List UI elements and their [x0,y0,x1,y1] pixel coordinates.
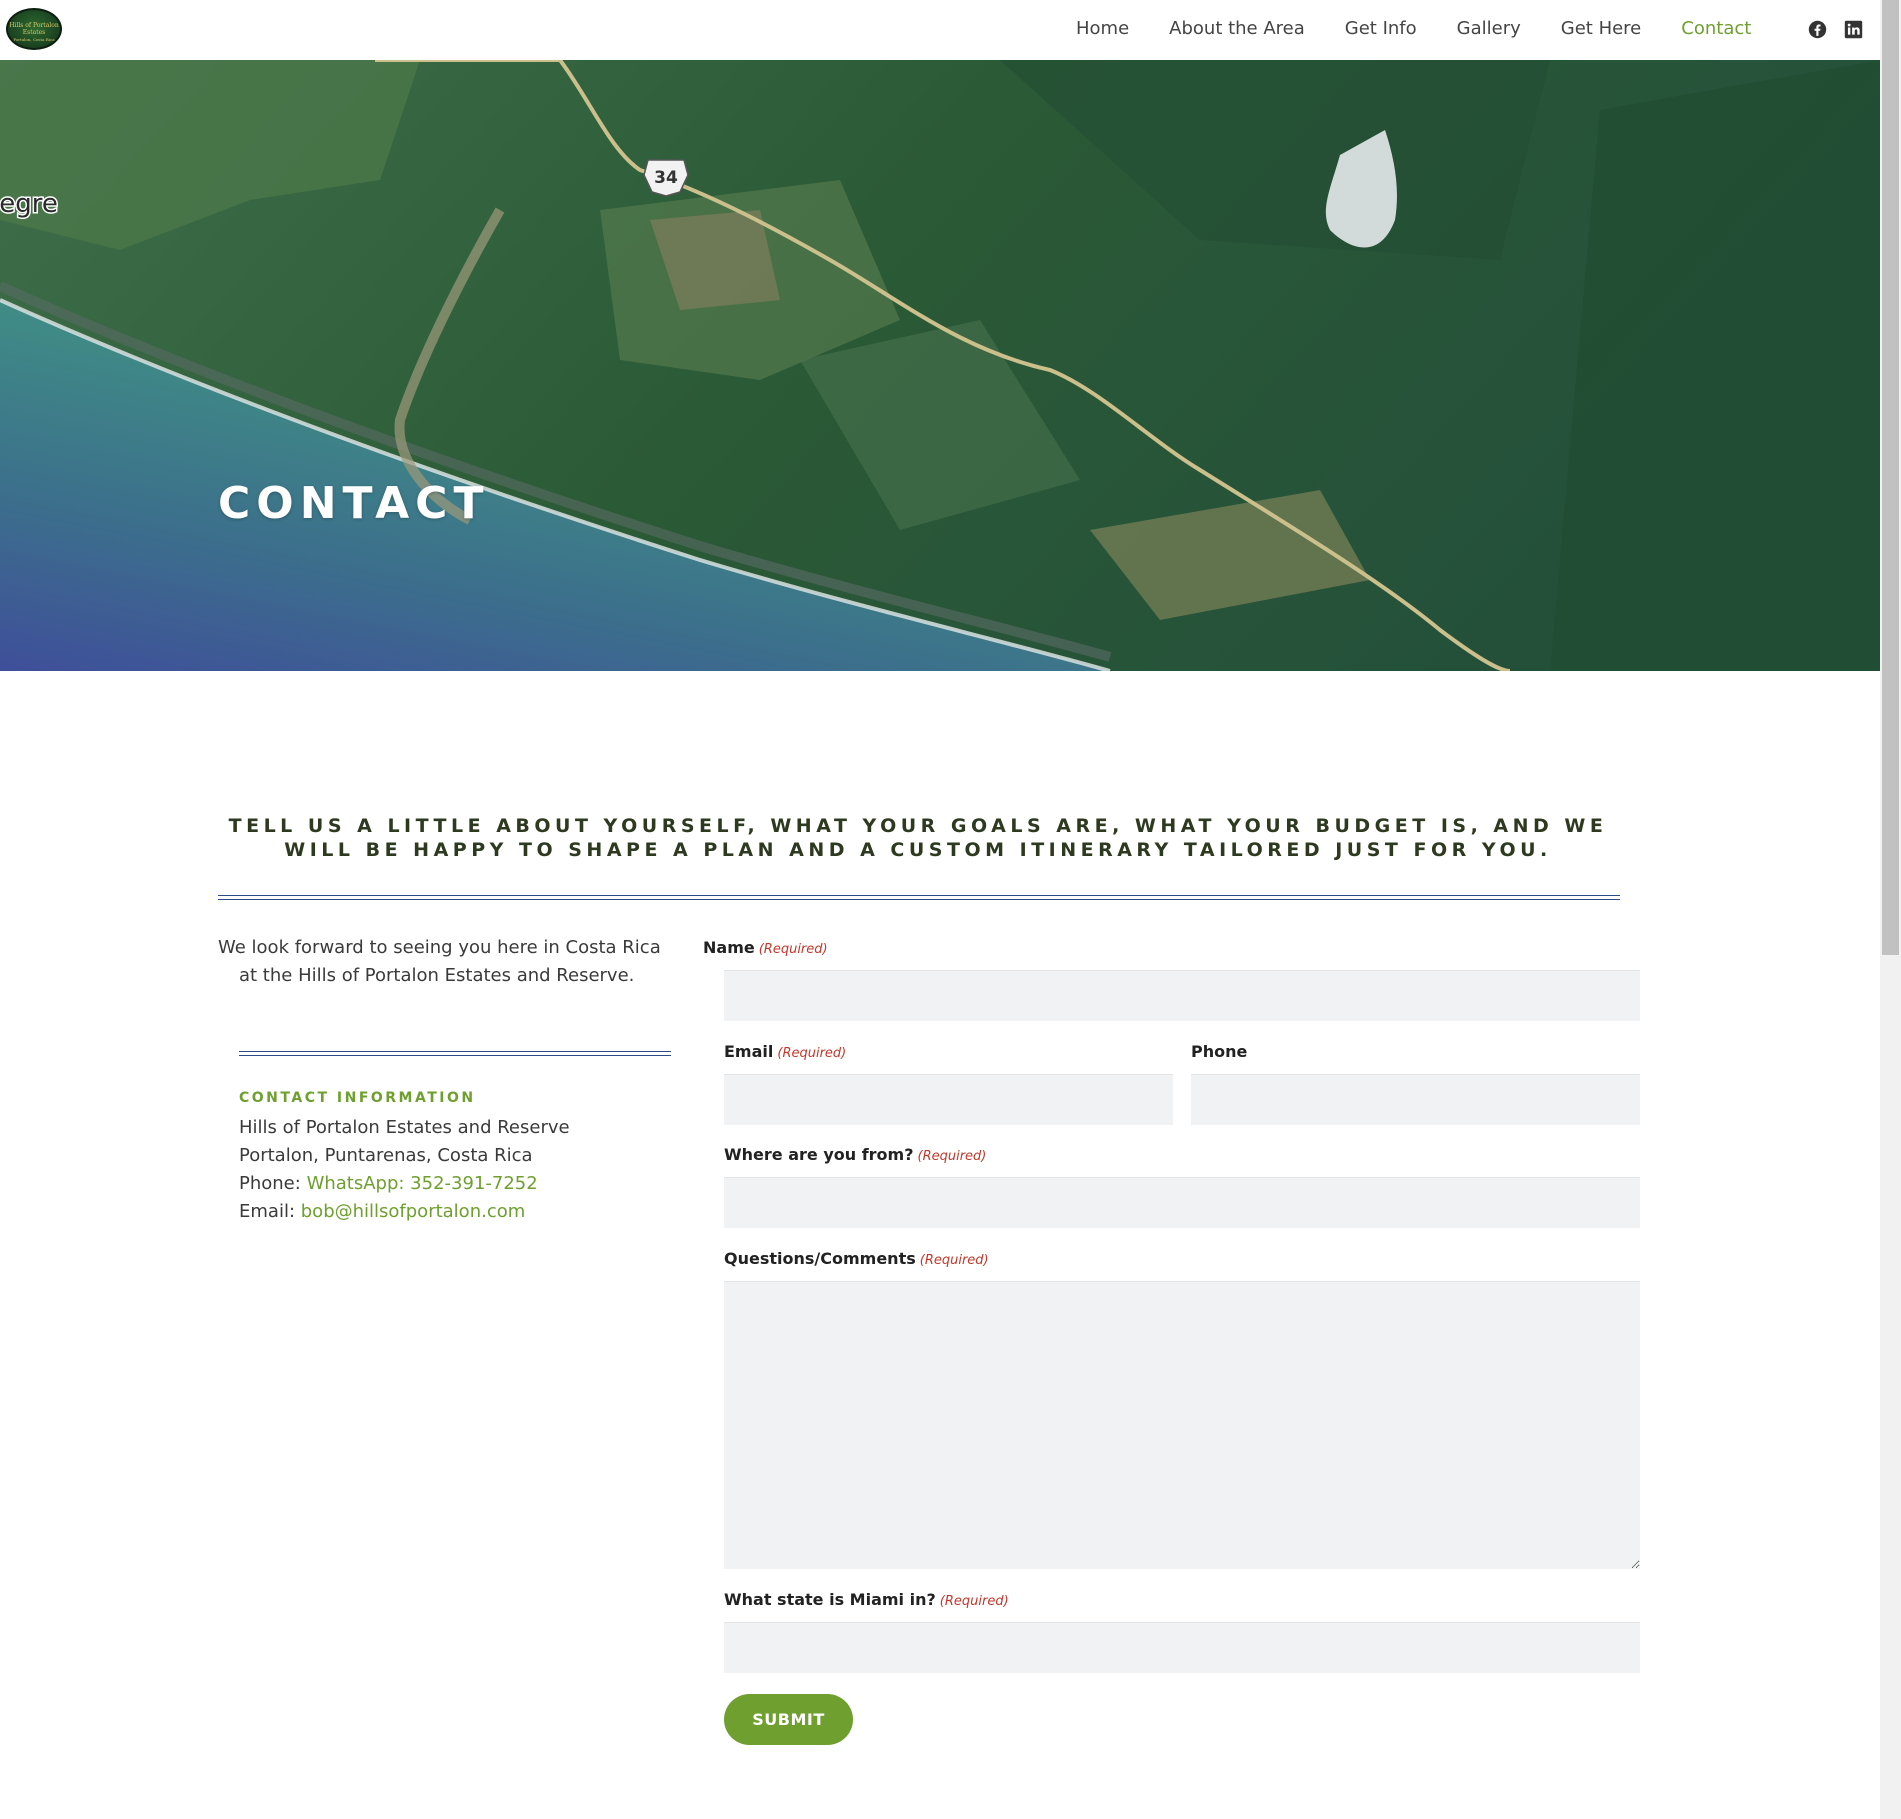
phone-link[interactable]: WhatsApp: 352-391-7252 [307,1173,538,1194]
email-label: Email: [239,1201,296,1222]
phone-label-field: Phone [1191,1042,1247,1061]
required-marker: (Required) [939,1594,1009,1609]
logo-line-1: Hills of Portalon [9,22,59,29]
page-title: CONTACT [218,478,490,529]
required-marker: (Required) [917,1149,987,1164]
comments-textarea[interactable] [724,1281,1640,1569]
contact-info-heading: Contact Information [239,1090,476,1106]
captcha-label-text: What state is Miami in? [724,1590,936,1609]
nav-get-here[interactable]: Get Here [1561,18,1642,39]
from-input[interactable] [724,1177,1640,1228]
main-nav: Home About the Area Get Info Gallery Get… [1076,18,1791,39]
nav-gallery[interactable]: Gallery [1457,18,1521,39]
nav-home[interactable]: Home [1076,18,1129,39]
site-header: Hills of Portalon Estates Portalon, Cost… [0,0,1880,60]
contact-divider [239,1051,671,1052]
scrollbar-thumb[interactable] [1882,0,1899,955]
email-label-text: Email [724,1042,774,1061]
required-marker: (Required) [919,1253,989,1268]
required-marker: (Required) [758,942,828,957]
comments-label: Questions/Comments (Required) [724,1249,989,1268]
email-link[interactable]: bob@hillsofportalon.com [301,1201,526,1222]
captcha-input[interactable] [724,1622,1640,1673]
contact-address: Portalon, Puntarenas, Costa Rica [239,1145,533,1166]
name-label-text: Name [703,938,755,957]
from-label: Where are you from? (Required) [724,1145,986,1164]
intro-tagline: Tell us a little about yourself, what yo… [228,815,1608,861]
logo-line-2: Estates [22,29,46,36]
route-34-marker: 34 [643,159,689,197]
aerial-map-image: 34 legre [0,60,1880,671]
map-place-label: legre [0,189,58,219]
section-divider [218,895,1620,896]
linkedin-icon[interactable] [1844,20,1863,39]
logo-text: Hills of Portalon Estates Portalon, Cost… [8,22,60,43]
hero-banner: 34 legre CONTACT [0,60,1880,671]
required-marker: (Required) [777,1046,847,1061]
name-input[interactable] [724,970,1640,1021]
section-divider-line-2 [218,899,1620,900]
email-label-field: Email (Required) [724,1042,846,1061]
nav-get-info[interactable]: Get Info [1345,18,1417,39]
phone-input[interactable] [1191,1074,1640,1125]
contact-email-row: Email: bob@hillsofportalon.com [239,1198,570,1226]
contact-phone-row: Phone: WhatsApp: 352-391-7252 [239,1170,570,1198]
site-logo[interactable]: Hills of Portalon Estates Portalon, Cost… [6,8,62,50]
facebook-icon[interactable] [1808,20,1827,39]
contact-info: Hills of Portalon Estates and Reserve Po… [239,1114,570,1226]
from-label-text: Where are you from? [724,1145,914,1164]
route-label: 34 [654,168,678,188]
nav-about-the-area[interactable]: About the Area [1169,18,1305,39]
logo-line-3: Portalon, Costa Rica [13,37,55,42]
page-scrollbar[interactable] [1880,0,1901,1819]
contact-divider-line-2 [239,1055,671,1056]
intro-text: We look forward to seeing you here in Co… [218,937,661,986]
email-input[interactable] [724,1074,1173,1125]
phone-label-text: Phone [1191,1042,1248,1061]
page: Hills of Portalon Estates Portalon, Cost… [0,0,1901,1819]
submit-button[interactable]: SUBMIT [724,1694,853,1745]
comments-label-text: Questions/Comments [724,1249,916,1268]
phone-label: Phone: [239,1173,301,1194]
captcha-label: What state is Miami in? (Required) [724,1590,1009,1609]
nav-contact[interactable]: Contact [1681,18,1751,39]
name-label: Name (Required) [703,938,828,957]
contact-org: Hills of Portalon Estates and Reserve [239,1117,570,1138]
